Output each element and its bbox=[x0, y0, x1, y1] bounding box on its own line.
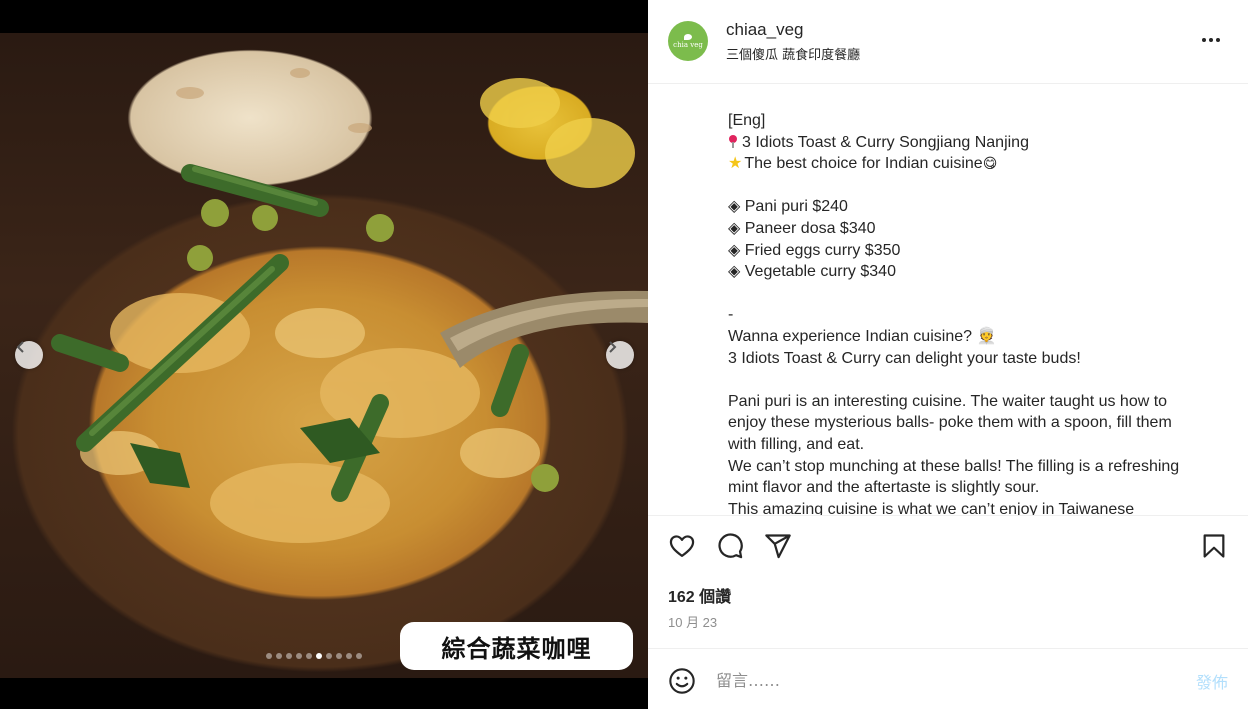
carousel-prev-button[interactable] bbox=[15, 341, 43, 369]
post-caption: [Eng] 3 Idiots Toast & Curry Songjiang N… bbox=[648, 85, 1248, 515]
more-icon-dot bbox=[1216, 38, 1220, 42]
carousel-dot-active bbox=[316, 653, 322, 659]
caption-line: 3 Idiots Toast & Curry Songjiang Nanjing bbox=[728, 132, 1208, 154]
caption-line: Pani puri is an interesting cuisine. The… bbox=[728, 392, 1168, 410]
caption-line-text: The best choice for Indian cuisine bbox=[744, 155, 983, 173]
caption-line: ◈ Paneer dosa $340 bbox=[728, 219, 876, 237]
emoji-icon bbox=[669, 668, 695, 694]
username-link[interactable]: chiaa_veg bbox=[726, 20, 804, 40]
carousel-dot bbox=[346, 653, 352, 659]
smiling-face-emoji-icon: 😋 bbox=[982, 155, 998, 172]
comment-button[interactable] bbox=[716, 532, 746, 562]
carousel-dot bbox=[356, 653, 362, 659]
post-date[interactable]: 10 月 23 bbox=[668, 612, 717, 631]
carousel-indicator bbox=[266, 653, 362, 659]
carousel-next-button[interactable] bbox=[606, 341, 634, 369]
caption-line bbox=[728, 283, 1208, 305]
caption-line bbox=[728, 369, 1208, 391]
like-count[interactable]: 162 個讚 bbox=[668, 583, 731, 607]
post-details-panel: chia veg chiaa_veg 三個傻瓜 蔬食印度餐廳 [Eng] 3 I… bbox=[648, 0, 1248, 709]
caption-line: We can’t stop munching at these balls! T… bbox=[728, 457, 1180, 475]
more-icon bbox=[1202, 38, 1206, 42]
comment-bar: 發佈 bbox=[648, 648, 1248, 709]
comment-icon bbox=[718, 533, 743, 559]
caption-line-text: 3 Idiots Toast & Curry Songjiang Nanjing bbox=[742, 133, 1029, 151]
caption-line: enjoy these mysterious balls- poke them … bbox=[728, 414, 1172, 432]
caption-line: Wanna experience Indian cuisine? 👳 bbox=[728, 327, 997, 345]
caption-line: ◈ Vegetable curry $340 bbox=[728, 263, 896, 281]
save-button[interactable] bbox=[1200, 532, 1230, 562]
divider bbox=[648, 515, 1248, 516]
post-media: 綜合蔬菜咖哩 bbox=[0, 0, 648, 709]
more-icon-dot bbox=[1209, 38, 1213, 42]
share-button[interactable] bbox=[764, 532, 794, 562]
carousel-dot bbox=[276, 653, 282, 659]
photo-overlay-label: 綜合蔬菜咖哩 bbox=[400, 622, 633, 670]
leaf-icon bbox=[684, 33, 692, 40]
carousel-dot bbox=[336, 653, 342, 659]
caption-line: This amazing cuisine is what we can’t en… bbox=[728, 500, 1135, 515]
avatar-brand-text: chia veg bbox=[673, 40, 703, 49]
bookmark-icon bbox=[1203, 534, 1225, 558]
caption-line bbox=[728, 175, 1208, 197]
post-actions bbox=[668, 532, 1228, 562]
caption-line: - bbox=[728, 306, 734, 324]
emoji-button[interactable] bbox=[668, 667, 696, 695]
location-link[interactable]: 三個傻瓜 蔬食印度餐廳 bbox=[726, 44, 860, 63]
post-header: chia veg chiaa_veg 三個傻瓜 蔬食印度餐廳 bbox=[648, 0, 1248, 84]
caption-line: ◈ Fried eggs curry $350 bbox=[728, 241, 901, 259]
caption-line: mint flavor and the aftertaste is slight… bbox=[728, 479, 1040, 497]
curry-illustration bbox=[51, 68, 648, 543]
pin-icon bbox=[728, 134, 738, 148]
star-icon: ★ bbox=[728, 155, 743, 173]
post-comment-button[interactable]: 發佈 bbox=[1196, 669, 1228, 693]
more-options-button[interactable] bbox=[1202, 30, 1226, 50]
comment-input[interactable] bbox=[716, 667, 1156, 693]
caption-line: with filling, and eat. bbox=[728, 435, 865, 453]
chevron-right-icon bbox=[609, 341, 617, 353]
heart-icon bbox=[669, 535, 695, 558]
caption-line: 3 Idiots Toast & Curry can delight your … bbox=[728, 349, 1081, 367]
caption-line: ★ The best choice for Indian cuisine😋 bbox=[728, 153, 1208, 175]
chevron-left-icon bbox=[16, 341, 24, 353]
carousel-dot bbox=[286, 653, 292, 659]
carousel-dot bbox=[306, 653, 312, 659]
carousel-dot bbox=[326, 653, 332, 659]
carousel-dot bbox=[266, 653, 272, 659]
carousel-dot bbox=[296, 653, 302, 659]
caption-line: ◈ Pani puri $240 bbox=[728, 198, 848, 216]
avatar[interactable]: chia veg bbox=[668, 21, 708, 61]
food-photo bbox=[0, 33, 648, 678]
share-icon bbox=[765, 534, 791, 559]
caption-line: [Eng] bbox=[728, 112, 766, 129]
like-button[interactable] bbox=[668, 532, 698, 562]
